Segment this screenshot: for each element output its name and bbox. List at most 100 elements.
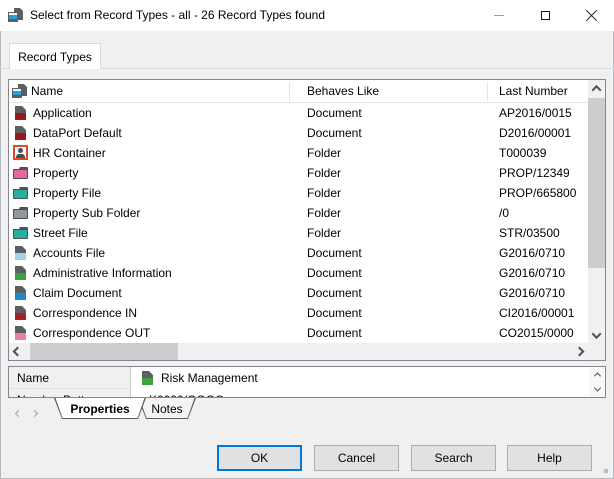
list-rows: Application Document AP2016/0015 DataPor… [9, 103, 588, 343]
cell-name: Claim Document [33, 283, 122, 303]
search-button[interactable]: Search [411, 445, 496, 471]
cell-last-number: PROP/12349 [499, 163, 587, 183]
chevron-right-icon [575, 347, 585, 357]
record-type-icon [13, 126, 29, 140]
tab-record-types-label: Record Types [18, 50, 92, 64]
table-row[interactable]: Administrative Information Document G201… [9, 263, 588, 283]
table-row[interactable]: Application Document AP2016/0015 [9, 103, 588, 123]
tab-properties[interactable]: Properties [54, 398, 146, 419]
table-row[interactable]: Accounts File Document G2016/0710 [9, 243, 588, 263]
details-value: K0000/GGGG [149, 389, 224, 398]
cell-name: Property Sub Folder [33, 203, 140, 223]
record-type-icon [13, 326, 29, 340]
search-button-label: Search [434, 451, 472, 465]
record-type-icon [13, 206, 29, 220]
cell-behaves-like: Document [307, 323, 362, 343]
details-scrollbar[interactable] [589, 367, 605, 397]
cell-behaves-like: Document [307, 103, 362, 123]
record-types-list: Name Behaves Like Last Number Applicatio… [8, 79, 606, 361]
scroll-right-button[interactable] [571, 343, 588, 360]
tab-notes[interactable]: Notes [138, 398, 196, 419]
chevron-down-icon [593, 385, 600, 392]
horizontal-scrollbar[interactable] [9, 343, 588, 360]
chevron-up-icon [593, 372, 600, 379]
tab-scroll-left-button [16, 405, 21, 419]
cell-last-number: G2016/0710 [499, 263, 587, 283]
cell-behaves-like: Document [307, 243, 362, 263]
cell-last-number: G2016/0710 [499, 243, 587, 263]
cell-behaves-like: Folder [307, 183, 341, 203]
vertical-scrollbar[interactable] [588, 80, 605, 344]
scroll-down-button[interactable] [588, 327, 605, 344]
close-button[interactable] [568, 0, 614, 31]
table-row[interactable]: Correspondence OUT Document CO2015/0000 [9, 323, 588, 343]
chevron-right-icon [31, 410, 38, 417]
details-pane: Name Risk Management Number Pattern K000… [8, 366, 606, 398]
cell-last-number: CO2015/0000 [499, 323, 587, 343]
minimize-icon [494, 15, 504, 16]
cell-name: Property File [33, 183, 101, 203]
app-icon [8, 8, 24, 22]
tab-properties-label: Properties [70, 402, 129, 416]
column-divider[interactable] [487, 82, 488, 101]
table-row[interactable]: Property Sub Folder Folder /0 [9, 203, 588, 223]
tab-record-types[interactable]: Record Types [9, 43, 101, 69]
ok-button[interactable]: OK [217, 445, 302, 471]
horizontal-scrollbar-thumb[interactable] [30, 343, 178, 360]
table-row[interactable]: Street File Folder STR/03500 [9, 223, 588, 243]
table-row[interactable]: Claim Document Document G2016/0710 [9, 283, 588, 303]
cell-last-number: AP2016/0015 [499, 103, 587, 123]
table-row[interactable]: Property File Folder PROP/665800 [9, 183, 588, 203]
record-type-icon [13, 266, 29, 280]
details-scroll-down-button[interactable] [589, 382, 605, 397]
cell-name: DataPort Default [33, 123, 122, 143]
table-row[interactable]: Property Folder PROP/12349 [9, 163, 588, 183]
scroll-up-button[interactable] [588, 80, 605, 97]
table-row[interactable]: DataPort Default Document D2016/00001 [9, 123, 588, 143]
column-divider[interactable] [289, 82, 290, 101]
record-type-icon [13, 145, 28, 160]
record-type-icon [13, 306, 29, 320]
cell-name: Property [33, 163, 78, 183]
record-type-icon [140, 371, 156, 385]
record-types-icon [12, 84, 28, 98]
chevron-left-icon [15, 410, 22, 417]
cell-behaves-like: Folder [307, 163, 341, 183]
help-button-label: Help [537, 451, 562, 465]
column-header-behaves-like[interactable]: Behaves Like [307, 80, 379, 102]
tab-notes-label: Notes [151, 402, 182, 416]
record-type-icon [13, 166, 29, 180]
cancel-button-label: Cancel [338, 451, 375, 465]
cell-last-number: T000039 [499, 143, 587, 163]
details-label: Name [9, 367, 131, 389]
cancel-button[interactable]: Cancel [314, 445, 399, 471]
help-button[interactable]: Help [507, 445, 592, 471]
list-header: Name Behaves Like Last Number [9, 80, 588, 103]
maximize-button[interactable] [522, 0, 568, 31]
cell-last-number: D2016/00001 [499, 123, 587, 143]
details-scroll-up-button[interactable] [589, 367, 605, 382]
cell-behaves-like: Folder [307, 143, 341, 163]
vertical-scrollbar-thumb[interactable] [588, 98, 605, 268]
cell-behaves-like: Document [307, 123, 362, 143]
cell-name: Accounts File [33, 243, 105, 263]
cell-name: Administrative Information [33, 263, 172, 283]
cell-behaves-like: Folder [307, 223, 341, 243]
record-type-icon [13, 186, 29, 200]
table-row[interactable]: Correspondence IN Document CI2016/00001 [9, 303, 588, 323]
cell-last-number: CI2016/00001 [499, 303, 587, 323]
table-row[interactable]: HR Container Folder T000039 [9, 143, 588, 163]
cell-last-number: /0 [499, 203, 587, 223]
dialog-window: Select from Record Types - all - 26 Reco… [0, 0, 614, 479]
record-type-icon [13, 286, 29, 300]
resize-grip[interactable] [604, 469, 608, 473]
chevron-up-icon [592, 85, 602, 95]
column-header-last-number[interactable]: Last Number [499, 80, 568, 102]
sheet-tab-strip: Properties Notes [0, 398, 614, 421]
scroll-left-button[interactable] [9, 343, 26, 360]
chevron-left-icon [13, 347, 23, 357]
cell-last-number: STR/03500 [499, 223, 587, 243]
cell-behaves-like: Document [307, 263, 362, 283]
column-header-name[interactable]: Name [31, 80, 63, 102]
cell-name: HR Container [33, 143, 106, 163]
